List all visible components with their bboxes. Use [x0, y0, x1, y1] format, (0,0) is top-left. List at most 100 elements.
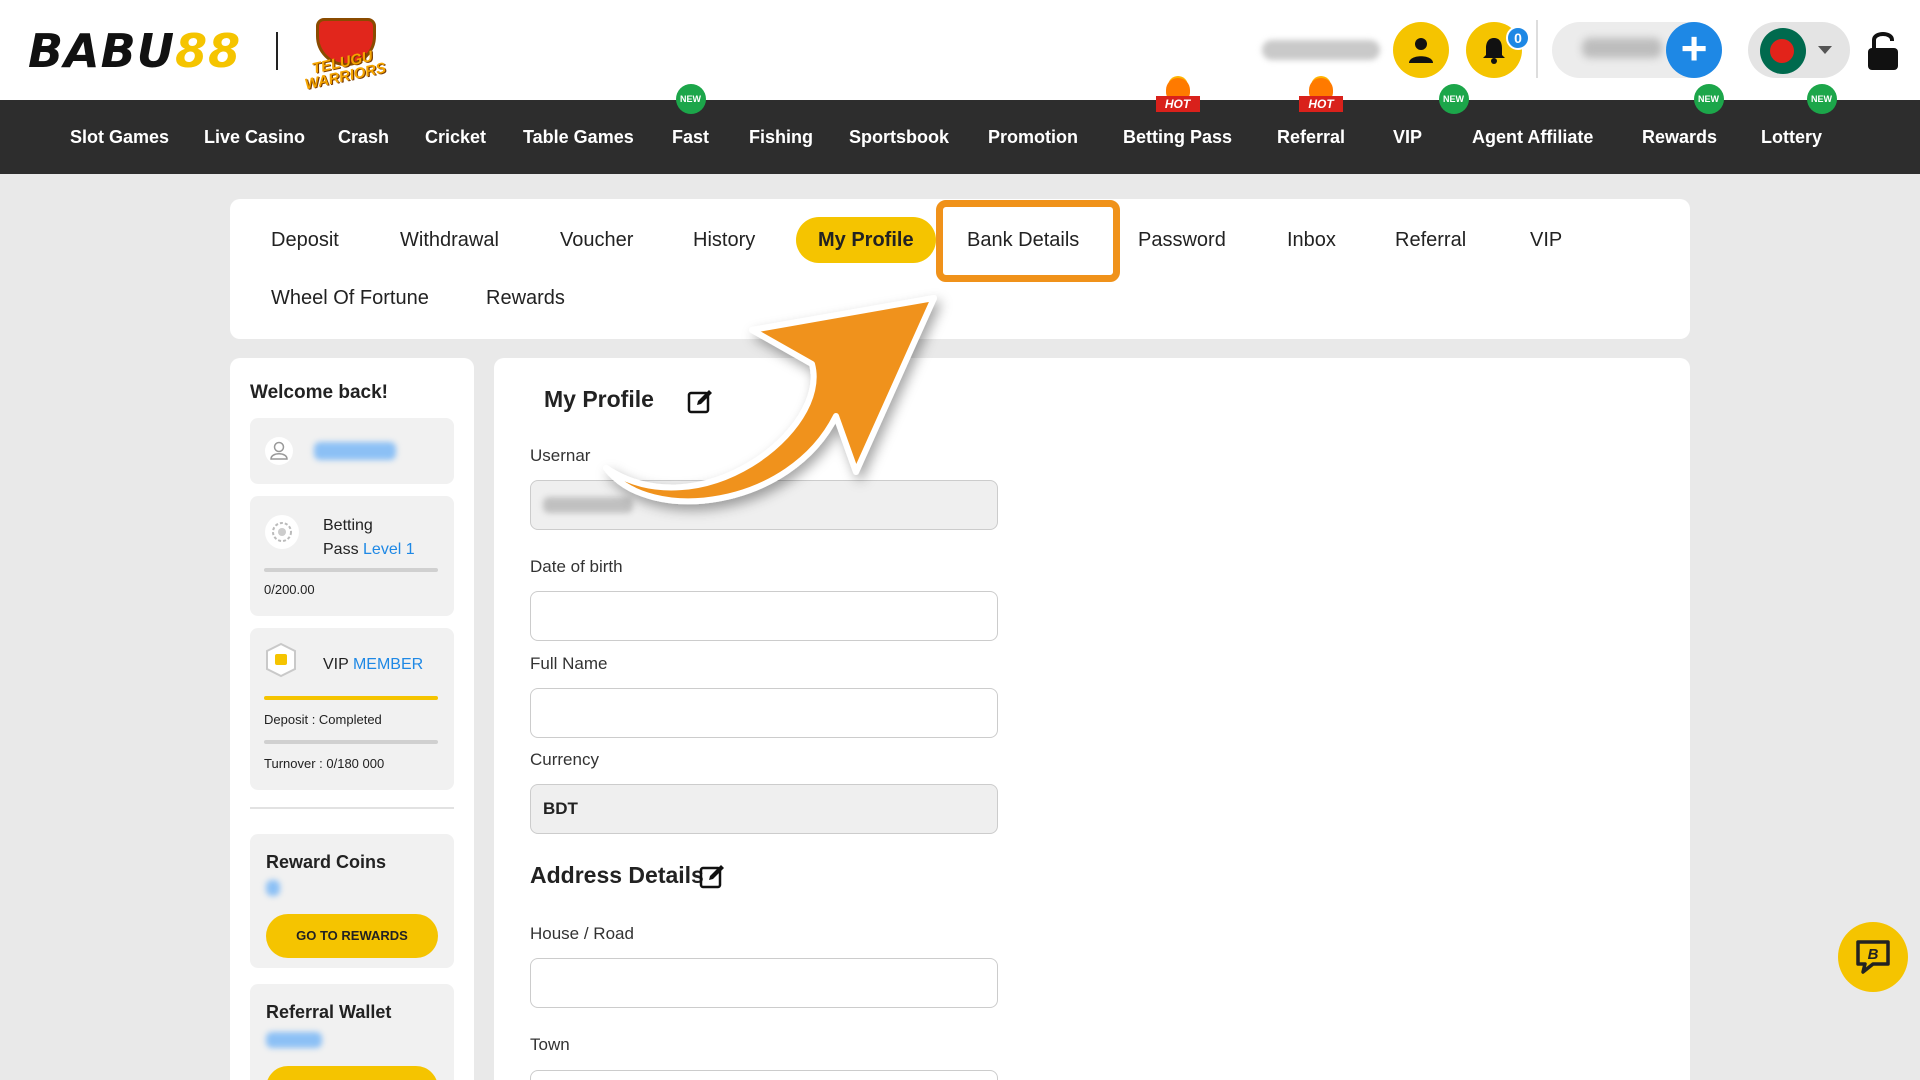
nav-label: Fast [672, 127, 710, 147]
tab-deposit[interactable]: Deposit [271, 217, 339, 263]
nav-label: Crash [338, 127, 390, 147]
header-divider [1536, 20, 1538, 78]
reward-coins-card: Reward Coins GO TO REWARDS [250, 834, 454, 968]
betting-pass-icon [265, 515, 299, 549]
nav-label: Table Games [523, 127, 634, 147]
nav-fast[interactable]: NEW Fast [672, 84, 710, 174]
tab-history[interactable]: History [693, 217, 755, 263]
sidebar-divider [250, 807, 454, 809]
vip-label: VIP [323, 656, 349, 673]
hot-badge-label: HOT [1155, 96, 1200, 112]
profile-panel: My Profile Usernar Date of birth Full Na… [494, 358, 1690, 1080]
dob-label: Date of birth [530, 557, 623, 576]
nav-label: Cricket [425, 127, 487, 147]
tab-wheel-of-fortune[interactable]: Wheel Of Fortune [271, 275, 429, 321]
svg-text:B: B [1868, 946, 1879, 963]
partner-logo: TELUGU WARRIORS [292, 12, 396, 93]
nav-rewards[interactable]: NEW Rewards [1642, 84, 1724, 174]
betting-pass-title-line2: Pass Level 1 [323, 538, 415, 562]
referral-wallet-title: Referral Wallet [266, 1002, 392, 1022]
new-badge: NEW [1693, 84, 1724, 114]
referral-wallet-button[interactable] [266, 1066, 438, 1080]
nav-crash[interactable]: Crash [338, 100, 389, 174]
user-card [250, 418, 454, 484]
tab-referral[interactable]: Referral [1395, 217, 1466, 263]
username-value [543, 497, 633, 513]
user-outline-icon [265, 437, 293, 465]
nav-label: Lottery [1761, 127, 1823, 147]
reward-coins-title: Reward Coins [266, 852, 387, 872]
tab-inbox[interactable]: Inbox [1287, 217, 1336, 263]
logo-text-a: BABU [28, 24, 176, 78]
house-road-label: House / Road [530, 924, 634, 943]
currency-label: Currency [530, 750, 599, 769]
hot-badge-label: HOT [1299, 96, 1344, 112]
nav-label: VIP [1393, 127, 1423, 147]
edit-address-icon[interactable] [698, 863, 726, 891]
nav-slot-games[interactable]: Slot Games [70, 100, 169, 174]
nav-betting-pass[interactable]: HOT Betting Pass [1123, 78, 1233, 174]
bell-icon [1483, 38, 1505, 64]
dob-field[interactable] [530, 591, 998, 641]
referral-wallet-card: Referral Wallet [250, 984, 454, 1080]
tab-withdrawal[interactable]: Withdrawal [400, 217, 499, 263]
vip-deposit-progress [264, 696, 438, 700]
currency-value: BDT [543, 799, 578, 818]
nav-cricket[interactable]: Cricket [425, 100, 486, 174]
vip-tier: MEMBER [352, 656, 424, 673]
nav-agent-affiliate[interactable]: Agent Affiliate [1472, 100, 1593, 174]
house-road-field[interactable] [530, 958, 998, 1008]
nav-label: Live Casino [204, 127, 306, 147]
live-chat-button[interactable]: B [1838, 922, 1908, 992]
profile-button[interactable] [1393, 22, 1449, 78]
nav-label: Fishing [749, 127, 813, 147]
betting-pass-progress [264, 568, 438, 572]
vip-card[interactable]: VIP MEMBER Deposit : Completed Turnover … [250, 628, 454, 790]
fullname-label: Full Name [530, 654, 608, 673]
nav-label: Slot Games [70, 127, 170, 147]
partner-logo-text: TELUGU WARRIORS [303, 47, 388, 94]
nav-live-casino[interactable]: Live Casino [204, 100, 305, 174]
logout-lock-icon[interactable] [1866, 28, 1900, 72]
chevron-down-icon [1818, 46, 1832, 54]
nav-vip[interactable]: NEW VIP [1393, 84, 1469, 174]
tab-password[interactable]: Password [1138, 217, 1226, 263]
tab-my-profile[interactable]: My Profile [796, 217, 936, 263]
nav-table-games[interactable]: Table Games [523, 100, 634, 174]
go-to-rewards-button[interactable]: GO TO REWARDS [266, 914, 438, 958]
account-sidebar: Welcome back! Betting Pass Level 1 0/200… [230, 358, 474, 1080]
brand-logo[interactable]: BABU88 [28, 24, 241, 78]
username-field [530, 480, 998, 530]
betting-pass-level: Level 1 [363, 541, 415, 558]
hot-badge: HOT [1299, 78, 1344, 114]
notification-count-badge: 0 [1506, 26, 1530, 50]
tab-voucher[interactable]: Voucher [560, 217, 633, 263]
nav-sportsbook[interactable]: Sportsbook [849, 100, 949, 174]
deposit-plus-button[interactable]: + [1666, 22, 1722, 78]
username-label: Usernar [530, 446, 591, 465]
nav-lottery[interactable]: NEW Lottery [1761, 84, 1837, 174]
page-title: My Profile [544, 386, 654, 412]
vip-deposit-text: Deposit : Completed [264, 712, 382, 727]
vip-title: VIP MEMBER [323, 656, 423, 674]
betting-pass-card[interactable]: Betting Pass Level 1 0/200.00 [250, 496, 454, 616]
balance-amount [1582, 38, 1662, 58]
new-badge: NEW [1806, 84, 1837, 114]
betting-pass-progress-text: 0/200.00 [264, 582, 315, 597]
nav-label: Betting Pass [1123, 127, 1233, 147]
nav-label: Rewards [1642, 127, 1718, 147]
hot-badge: HOT [1155, 78, 1200, 114]
vip-turnover-progress [264, 740, 438, 744]
user-id-display [314, 442, 396, 460]
town-field[interactable] [530, 1070, 998, 1080]
fullname-field[interactable] [530, 688, 998, 738]
vip-turnover-text: Turnover : 0/180 000 [264, 756, 385, 771]
edit-profile-icon[interactable] [686, 388, 714, 416]
nav-fishing[interactable]: Fishing [749, 100, 813, 174]
tab-rewards[interactable]: Rewards [486, 275, 565, 321]
nav-referral[interactable]: HOT Referral [1277, 78, 1345, 174]
tab-vip[interactable]: VIP [1530, 217, 1562, 263]
username-display [1262, 40, 1380, 60]
top-bar: BABU88 TELUGU WARRIORS 0 + [0, 0, 1920, 100]
nav-promotion[interactable]: Promotion [988, 100, 1078, 174]
